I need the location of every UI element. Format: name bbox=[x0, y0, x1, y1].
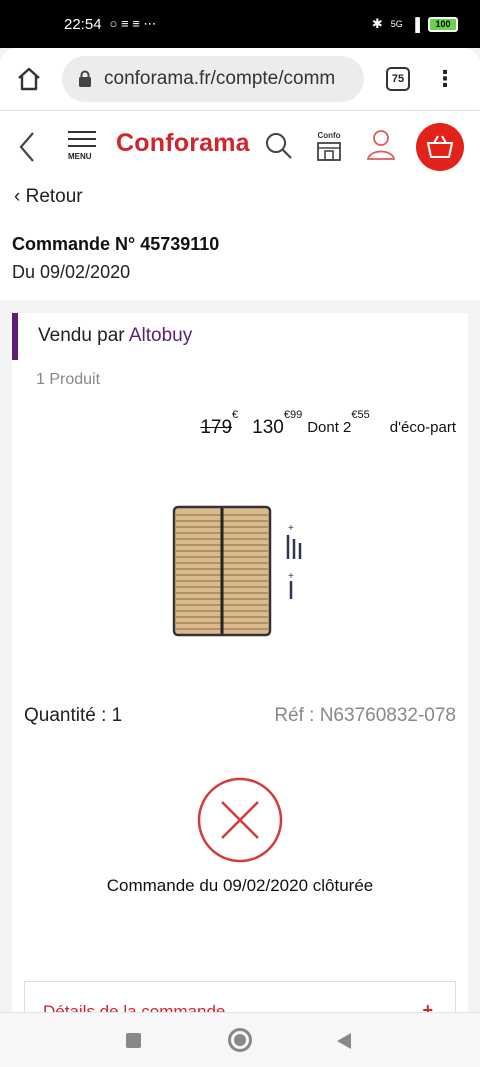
back-link[interactable]: ‹ Retour bbox=[14, 186, 83, 208]
new-price-cents: €99 bbox=[283, 409, 303, 421]
account-icon[interactable] bbox=[366, 129, 396, 166]
basket-icon bbox=[426, 135, 454, 158]
home-button-icon[interactable] bbox=[228, 1028, 252, 1052]
store-icon[interactable]: Confo bbox=[316, 131, 342, 167]
bluetooth-icon: ✱ bbox=[371, 16, 383, 31]
cancelled-x-icon bbox=[196, 776, 284, 869]
lock-icon bbox=[79, 70, 91, 87]
seller-line: Vendu par Altobuy bbox=[38, 325, 192, 347]
order-date: Du 09/02/2020 bbox=[12, 262, 131, 282]
tab-switcher-button[interactable]: 75 bbox=[386, 67, 410, 91]
notification-icons: ○ ≡ ≡ ⋯ bbox=[109, 16, 157, 31]
product-image[interactable]: + + bbox=[172, 499, 322, 644]
sold-by-label: Vendu par bbox=[38, 325, 125, 346]
home-icon[interactable] bbox=[12, 62, 46, 96]
more-menu-icon[interactable]: ⋮ bbox=[434, 68, 456, 90]
old-price: 179 bbox=[200, 417, 233, 438]
hamburger-icon bbox=[68, 131, 96, 133]
conforama-logo[interactable]: Conforama bbox=[116, 129, 250, 158]
url-text: conforama.fr/compte/comm bbox=[104, 68, 336, 89]
menu-button[interactable]: MENU bbox=[68, 131, 96, 161]
recent-apps-icon[interactable] bbox=[126, 1033, 141, 1048]
product-count: 1 Produit bbox=[36, 371, 101, 388]
eco-part-amount: Dont 2 bbox=[307, 419, 352, 436]
url-field[interactable]: conforama.fr/compte/comm bbox=[62, 56, 364, 102]
battery-icon: 100 bbox=[428, 16, 458, 32]
eco-part-label: d'éco-part bbox=[389, 419, 456, 436]
order-card: Vendu par Altobuy 1 Produit 179 € 130 €9… bbox=[12, 313, 468, 1021]
order-title: Commande N° 45739110 bbox=[12, 234, 220, 254]
menu-label: MENU bbox=[68, 152, 92, 161]
eco-part-cents: €55 bbox=[351, 409, 370, 421]
back-chevron-icon[interactable] bbox=[18, 131, 36, 168]
signal-icon: ▐ bbox=[410, 16, 420, 32]
price-block: 179 € 130 €99 Dont 2 €55 d'éco-part bbox=[200, 409, 456, 439]
svg-text:+: + bbox=[288, 571, 294, 582]
seller-accent-bar bbox=[12, 313, 18, 360]
order-status-text: Commande du 09/02/2020 clôturée bbox=[106, 876, 374, 895]
search-icon[interactable] bbox=[264, 131, 294, 166]
site-header: MENU Conforama Confo bbox=[0, 110, 480, 182]
cart-button[interactable] bbox=[416, 123, 464, 171]
page-content: ‹ Retour Commande N° 45739110 Du 09/02/2… bbox=[0, 182, 480, 1021]
seller-name[interactable]: Altobuy bbox=[129, 325, 192, 346]
back-link-label: Retour bbox=[25, 186, 83, 207]
status-time: 22:54 bbox=[64, 15, 102, 33]
product-reference: Réf : N63760832-078 bbox=[274, 705, 456, 726]
browser-toolbar: conforama.fr/compte/comm 75 ⋮ bbox=[0, 48, 480, 110]
confo-label: Confo bbox=[317, 131, 341, 140]
status-bar: 22:54 ○ ≡ ≡ ⋯ ✱ 5G ▐ 100 bbox=[0, 0, 480, 48]
old-price-currency: € bbox=[232, 409, 239, 421]
quantity: Quantité : 1 bbox=[24, 705, 123, 726]
new-price: 130 bbox=[252, 417, 284, 438]
back-triangle-icon[interactable] bbox=[336, 1032, 352, 1055]
order-header: ‹ Retour Commande N° 45739110 Du 09/02/2… bbox=[0, 182, 480, 300]
system-navigation-bar bbox=[0, 1012, 480, 1067]
network-label: 5G bbox=[390, 19, 403, 29]
svg-text:+: + bbox=[288, 523, 294, 534]
